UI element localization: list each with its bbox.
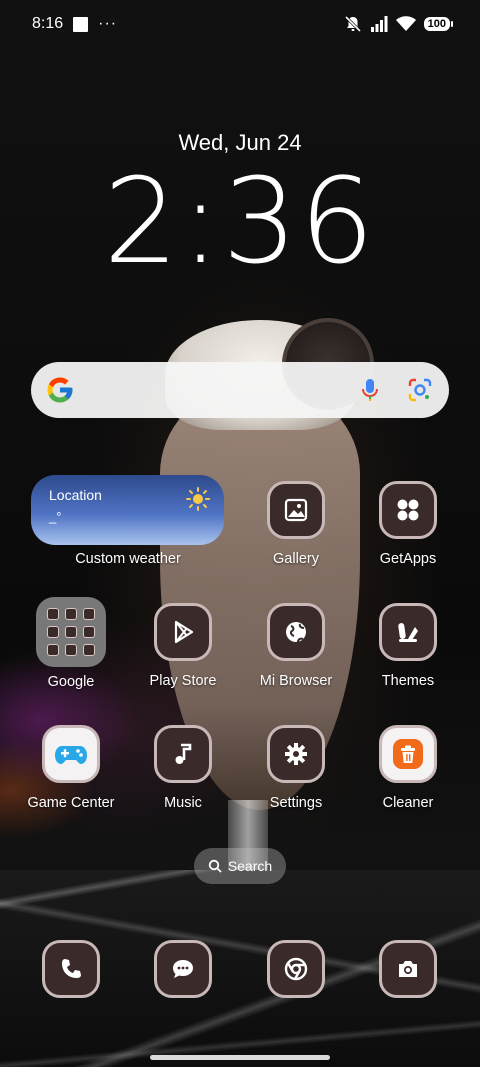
weather-location: Location [49,487,102,503]
phone-icon [62,959,81,978]
themes-icon [379,603,437,661]
app-game-center[interactable]: Game Center [15,725,127,811]
app-label: Play Store [149,673,217,689]
app-label: Google [47,674,95,690]
microphone-icon[interactable] [355,375,385,405]
app-label: GetApps [379,551,437,567]
trash-icon [379,725,437,783]
app-folder-google[interactable]: Google [15,597,127,690]
app-label: Game Center [27,795,115,811]
app-label: Themes [381,673,435,689]
app-cleaner[interactable]: Cleaner [352,725,464,811]
home-gesture-bar[interactable] [150,1055,330,1060]
search-icon [208,859,222,873]
messages-icon [173,960,193,978]
status-bar: 8:16 ··· 100 [0,0,480,48]
silent-bell-icon [344,15,361,33]
status-time: 8:16 [32,15,64,32]
getapps-icon [379,481,437,539]
app-label: Music [164,795,202,811]
app-drawer-search-label: Search [227,858,273,874]
weather-temperature: _° [49,509,62,524]
notification-square-icon [73,16,89,32]
app-drawer-search-button[interactable]: Search [194,848,286,884]
folder-icon [36,597,106,667]
gallery-icon [267,481,325,539]
app-label: Mi Browser [259,673,333,689]
app-label: Gallery [273,551,319,567]
google-g-icon [47,377,73,403]
wifi-icon [395,16,416,31]
music-note-icon [154,725,212,783]
more-notifications-icon: ··· [98,15,118,32]
signal-icon [370,16,388,32]
gamepad-icon [42,725,100,783]
google-lens-icon[interactable] [405,375,435,405]
app-label: Settings [269,795,323,811]
camera-icon [399,961,417,977]
battery-icon: 100 [423,17,454,31]
sun-icon [186,487,210,511]
app-settings[interactable]: Settings [240,725,352,811]
app-themes[interactable]: Themes [352,603,464,689]
chrome-icon [284,957,308,981]
google-search-bar[interactable] [31,362,449,418]
app-play-store[interactable]: Play Store [127,603,239,689]
app-gallery[interactable]: Gallery [240,481,352,567]
dock-messages[interactable] [154,940,212,998]
play-store-icon [154,603,212,661]
weather-widget[interactable]: Location _° [31,475,224,545]
app-getapps[interactable]: GetApps [352,481,464,567]
dock-camera[interactable] [379,940,437,998]
dock-chrome[interactable] [267,940,325,998]
clock-widget[interactable]: 2:36 [0,159,480,284]
app-music[interactable]: Music [127,725,239,811]
app-label: Cleaner [382,795,434,811]
weather-widget-label: Custom weather [75,551,181,567]
globe-icon [267,603,325,661]
gear-icon [267,725,325,783]
dock-phone[interactable] [42,940,100,998]
app-mi-browser[interactable]: Mi Browser [240,603,352,689]
